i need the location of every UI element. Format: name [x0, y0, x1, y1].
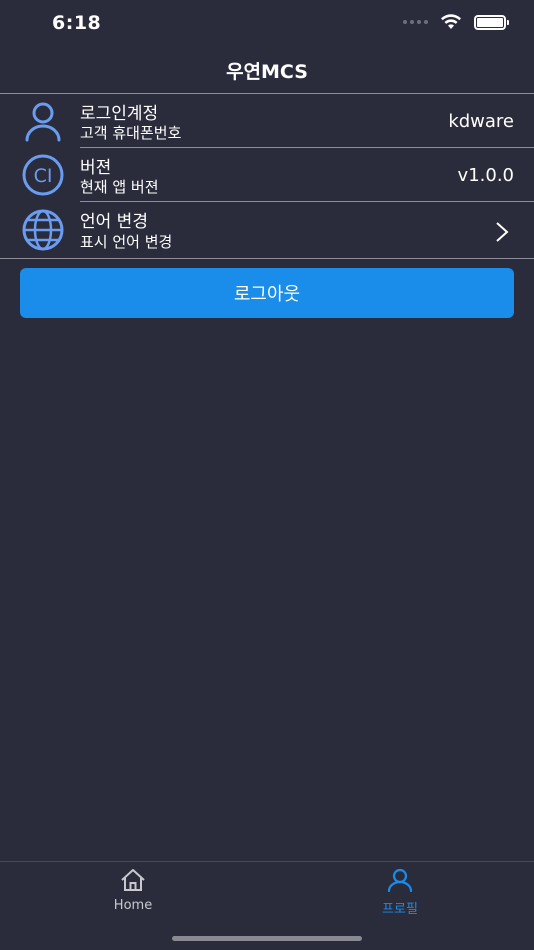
tab-label: Home: [113, 898, 153, 913]
wifi-icon: [441, 14, 461, 29]
page-title: 우연MCS: [226, 61, 308, 83]
status-indicators: [403, 14, 509, 30]
row-subtitle: 현재 앱 버젼: [80, 178, 159, 196]
profile-icon: [387, 868, 413, 893]
cellular-signal-icon: [403, 20, 428, 24]
row-language[interactable]: 언어 변경 표시 언어 변경: [0, 202, 534, 256]
row-login-account: 로그인계정 고객 휴대폰번호 kdware: [0, 94, 534, 148]
home-icon: [121, 869, 145, 891]
row-divider: [0, 258, 534, 259]
row-version: CI 버젼 현재 앱 버젼 v1.0.0: [0, 148, 534, 202]
row-subtitle: 표시 언어 변경: [80, 233, 173, 251]
row-title: 언어 변경: [80, 212, 148, 232]
login-account-value: kdware: [448, 111, 514, 132]
logout-button[interactable]: 로그아웃: [20, 268, 514, 318]
tab-profile[interactable]: 프로필: [340, 868, 460, 920]
row-title: 버젼: [80, 158, 112, 178]
status-time: 6:18: [52, 12, 102, 34]
home-indicator: [172, 936, 362, 941]
version-value: v1.0.0: [457, 165, 514, 186]
globe-icon: [22, 209, 64, 251]
row-title: 로그인계정: [80, 104, 159, 124]
user-icon: [25, 102, 61, 142]
status-bar: 6:18: [0, 0, 534, 50]
chevron-right-icon: [496, 222, 509, 242]
ci-icon: CI: [22, 154, 64, 196]
svg-text:CI: CI: [34, 165, 53, 187]
tab-label: 프로필: [382, 902, 418, 917]
row-subtitle: 고객 휴대폰번호: [80, 124, 182, 142]
tab-home[interactable]: Home: [73, 868, 193, 920]
battery-icon: [474, 14, 509, 30]
